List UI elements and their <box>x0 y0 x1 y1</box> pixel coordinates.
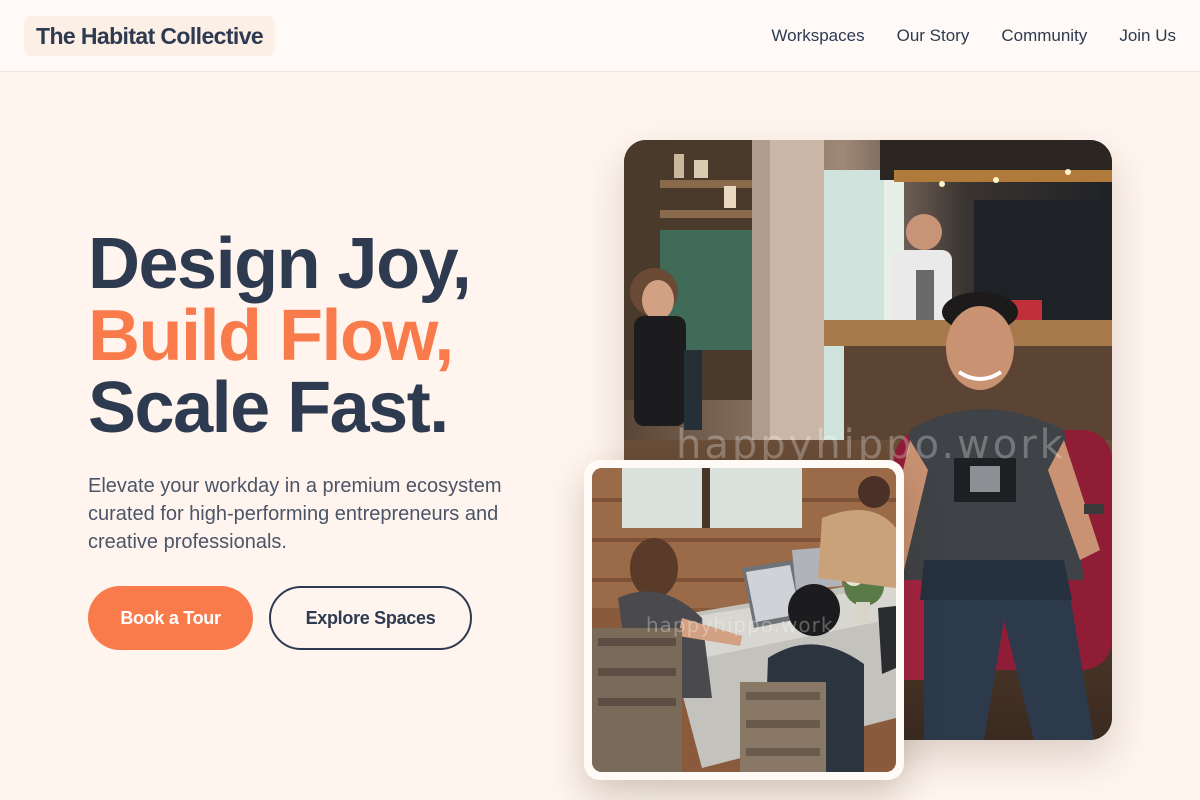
logo[interactable]: The Habitat Collective <box>24 16 276 56</box>
nav-link-community[interactable]: Community <box>1001 26 1087 46</box>
nav-link-join-us[interactable]: Join Us <box>1119 26 1176 46</box>
laptop-team-photo: happyhippo.work <box>592 468 896 772</box>
hero-photo-secondary: happyhippo.work <box>584 460 904 780</box>
book-tour-button[interactable]: Book a Tour <box>88 586 253 650</box>
nav-link-our-story[interactable]: Our Story <box>897 26 970 46</box>
headline-line-3: Scale Fast. <box>88 368 449 448</box>
headline-line-1: Design Joy, <box>88 224 472 304</box>
main-nav: Workspaces Our Story Community Join Us <box>739 0 1176 72</box>
hero-subtitle: Elevate your workday in a premium ecosys… <box>88 475 502 553</box>
nav-link-workspaces[interactable]: Workspaces <box>771 26 864 46</box>
headline-line-2: Build Flow, <box>88 296 454 376</box>
hero-headline: Design Joy, Build Flow, Scale Fast. <box>88 228 608 444</box>
explore-spaces-button[interactable]: Explore Spaces <box>269 586 472 650</box>
watermark-text: happyhippo.work <box>646 613 833 637</box>
site-header: The Habitat Collective Workspaces Our St… <box>0 0 1200 72</box>
landing-page: The Habitat Collective Workspaces Our St… <box>0 0 1200 800</box>
